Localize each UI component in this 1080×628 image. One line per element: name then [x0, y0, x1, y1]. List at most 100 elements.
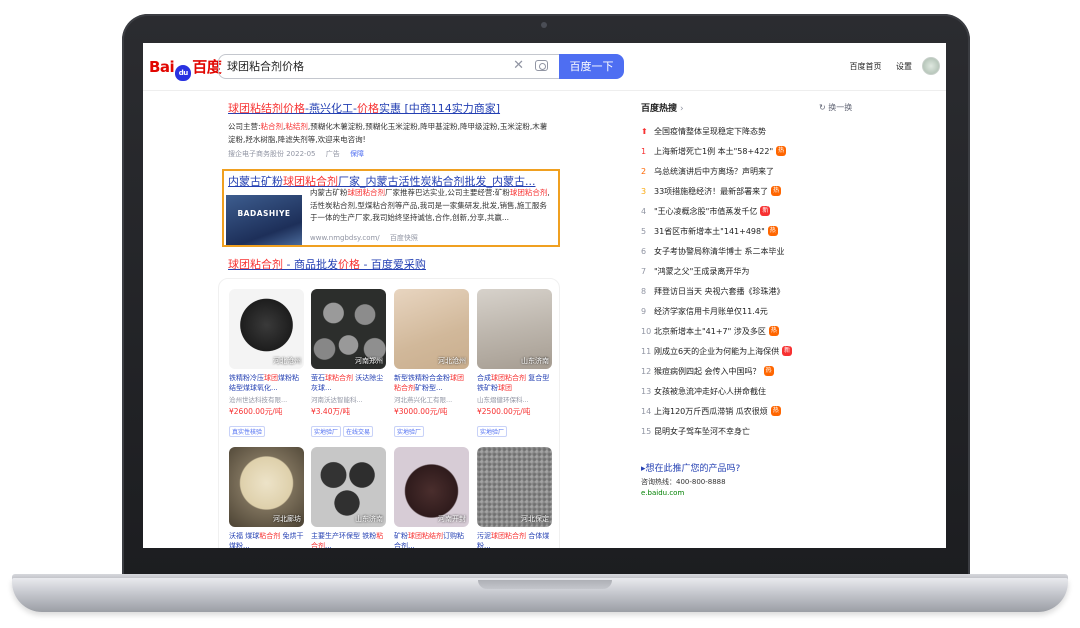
baidu-logo[interactable]: Bai du 百度 — [149, 56, 222, 81]
promo-link[interactable]: ▸想在此推广您的产品吗? — [641, 461, 841, 474]
product-image[interactable]: 河北沧州 — [229, 289, 304, 369]
hot-search-item[interactable]: 13 女孩被急流冲走好心人拼命截住 — [641, 381, 861, 401]
hot-search-item[interactable]: 2 乌总统演讲后中方离场？声明来了 — [641, 161, 861, 181]
hot-search-item[interactable]: 3 33项措施稳经济！最新部署来了热 — [641, 181, 861, 201]
product-location: 山东济南 — [355, 515, 383, 523]
hot-search-text[interactable]: "王心凌概念股"市值蒸发千亿 — [654, 206, 757, 217]
result-description: 内蒙古矿粉球团粘合剂厂家推荐巴达实业,公司主要经营:矿粉球团粘合剂,活性炭粘合剂… — [310, 188, 550, 222]
product-name[interactable]: 矿粉球团粘结剂订购粘合剂... — [394, 531, 469, 548]
new-badge-icon: 新 — [782, 346, 793, 356]
search-result-ad: 球团粘结剂价格-燕兴化工-价格实惠 [中商114实力商家] 公司主营:粘合剂,粘… — [228, 100, 558, 159]
result-thumbnail[interactable]: BADASHIYE — [226, 195, 302, 245]
hot-search-text[interactable]: 33项措施稳经济！最新部署来了 — [654, 186, 768, 197]
hot-search-text[interactable]: 乌总统演讲后中方离场？声明来了 — [654, 166, 774, 177]
product-card[interactable]: 河北沧州 铁精粉冷压球团煤粉粘结型煤球氧化... 沧州世达科技有限... ¥26… — [229, 289, 304, 438]
product-price: ¥2500.00元/吨 — [477, 407, 531, 416]
product-image[interactable]: 山东济南 — [311, 447, 386, 527]
hot-search-text[interactable]: 上海120万斤西瓜滞销 瓜农很烦 — [654, 406, 768, 417]
hot-search-item[interactable]: 10 北京新增本土"41+7" 涉及多区热 — [641, 321, 861, 341]
promo-url[interactable]: e.baidu.com — [641, 489, 841, 497]
result-description: 公司主营:粘合剂,粘结剂,预糊化木薯淀粉,预糊化玉米淀粉,降甲基淀粉,降甲级淀粉… — [228, 122, 548, 144]
product-price: ¥3.40万/吨 — [311, 407, 350, 416]
hot-search-item[interactable]: 14 上海120万斤西瓜滞销 瓜农很烦热 — [641, 401, 861, 421]
product-name[interactable]: 铁精粉冷压球团煤粉粘结型煤球氧化... — [229, 373, 304, 393]
product-name[interactable]: 沃福 煤球粘合剂 免烘干煤粉... — [229, 531, 304, 548]
hot-search-text[interactable]: 刚成立6天的企业为何能为上海保供 — [654, 346, 779, 357]
hot-search-text[interactable]: 上海新增死亡1例 本土"58+422" — [654, 146, 773, 157]
hot-search-text[interactable]: 经济学家信用卡月账单仅11.4元 — [654, 306, 768, 317]
hot-search-text[interactable]: 全国疫情整体呈现稳定下降态势 — [654, 126, 766, 137]
hot-search-rank: 8 — [641, 286, 647, 296]
product-card[interactable]: 山东济南 主要生产环保型 铁粉粘合剂... — [311, 447, 386, 548]
product-location: 河南郑州 — [355, 357, 383, 365]
hot-search-item[interactable]: 11 刚成立6天的企业为何能为上海保供新 — [641, 341, 861, 361]
hot-search-item[interactable]: 8 拜登访日当天 央视六套播《珍珠港》 — [641, 281, 861, 301]
product-image[interactable]: 山东济南 — [477, 289, 552, 369]
product-company: 河南沃达智能科... — [311, 396, 363, 404]
product-name[interactable]: 污泥球团粘合剂 合体煤粉... — [477, 531, 552, 548]
hot-search-item[interactable]: 15 昆明女子驾车坠河不幸身亡 — [641, 421, 861, 441]
hot-badge-icon: 热 — [768, 326, 779, 336]
product-card[interactable]: 河南郑州 萤石球粘合剂 沃达除尘灰球... 河南沃达智能科... ¥3.40万/… — [311, 289, 386, 438]
home-link[interactable]: 百度首页 — [849, 62, 881, 71]
product-card[interactable]: 河北沧州 新型铁精粉合金粉球团粘合剂矿粉型... 河北燕兴化工有限... ¥30… — [394, 289, 469, 438]
hot-search-item[interactable]: 9 经济学家信用卡月账单仅11.4元 — [641, 301, 861, 321]
settings-link[interactable]: 设置 — [896, 62, 912, 71]
product-name[interactable]: 新型铁精粉合金粉球团粘合剂矿粉型... — [394, 373, 469, 393]
product-name[interactable]: 主要生产环保型 铁粉粘合剂... — [311, 531, 386, 548]
product-image[interactable]: 河北沧州 — [394, 289, 469, 369]
hot-search-text[interactable]: 猴痘病例四起 会传入中国吗？ — [654, 366, 761, 377]
refresh-button[interactable]: ↻ 换一换 — [819, 102, 852, 113]
hot-search-text[interactable]: 昆明女子驾车坠河不幸身亡 — [654, 426, 750, 437]
hot-search-rank: 14 — [641, 406, 652, 416]
product-card[interactable]: 山东济南 合成球团粘合剂 复合型铁矿粉球团 山东熠健环保科... ¥2500.0… — [477, 289, 552, 438]
hot-search-item[interactable]: 7 "鸿蒙之父"王成录离开华为 — [641, 261, 861, 281]
hot-badge-icon: 热 — [776, 146, 787, 156]
product-image[interactable]: 河南开封 — [394, 447, 469, 527]
highlighted-result: 内蒙古矿粉球团粘合剂厂家_内蒙古活性炭粘合剂批发_内蒙古... BADASHIY… — [222, 169, 560, 247]
hot-search-text[interactable]: "鸿蒙之父"王成录离开华为 — [654, 266, 749, 277]
product-card[interactable]: 河北保定 污泥球团粘合剂 合体煤粉... — [477, 447, 552, 548]
product-company: 河北燕兴化工有限... — [394, 396, 453, 404]
search-button[interactable]: 百度一下 — [559, 54, 624, 79]
hot-search-text[interactable]: 北京新增本土"41+7" 涉及多区 — [654, 326, 766, 337]
baidu-header: Baidu百度 ✕ 百度一下 百度首页 设置 — [143, 43, 946, 91]
search-input[interactable] — [227, 55, 507, 77]
product-badge: 实地验厂 — [394, 426, 425, 437]
refresh-icon: ↻ — [819, 103, 826, 112]
product-image[interactable]: 河南郑州 — [311, 289, 386, 369]
user-avatar[interactable] — [922, 57, 940, 75]
result-source: 搜企电子商务股份 2022-05 广告 保障 — [228, 150, 364, 158]
clear-icon[interactable]: ✕ — [513, 58, 524, 73]
hot-search-item[interactable]: 5 31省区市新增本土"141+498" 热 — [641, 221, 861, 241]
hot-search-text[interactable]: 女子考协警局称清华博士 系二本毕业 — [654, 246, 785, 257]
product-name[interactable]: 合成球团粘合剂 复合型铁矿粉球团 — [477, 373, 552, 393]
hot-search-rank: 10 — [641, 326, 652, 336]
hot-search-item[interactable]: 6 女子考协警局称清华博士 系二本毕业 — [641, 241, 861, 261]
hot-badge-icon: 热 — [767, 226, 778, 236]
camera-search-icon[interactable] — [535, 60, 548, 71]
product-name[interactable]: 萤石球粘合剂 沃达除尘灰球... — [311, 373, 386, 393]
hot-search-text[interactable]: 拜登访日当天 央视六套播《珍珠港》 — [654, 286, 785, 297]
logo-text-bai: Bai — [149, 58, 175, 76]
hot-search-text[interactable]: 31省区市新增本土"141+498" — [654, 226, 765, 237]
snapshot-link[interactable]: 百度快照 — [390, 234, 418, 242]
hot-search-item[interactable]: 12 猴痘病例四起 会传入中国吗？热 — [641, 361, 861, 381]
hot-search-item[interactable]: 1 上海新增死亡1例 本土"58+422" 热 — [641, 141, 861, 161]
hot-search-rank: 3 — [641, 186, 647, 196]
product-card[interactable]: 河南开封 矿粉球团粘结剂订购粘合剂... — [394, 447, 469, 548]
hot-search-item[interactable]: ⬆ 全国疫情整体呈现稳定下降态势 — [641, 121, 861, 141]
hot-search-panel: 百度热搜 › ↻ 换一换 ⬆ 全国疫情整体呈现稳定下降态势 1 上海新增死亡1例 本土"… — [641, 101, 861, 441]
product-image[interactable]: 河北保定 — [477, 447, 552, 527]
product-image[interactable]: 河北廊坊 — [229, 447, 304, 527]
hot-badge-icon: 热 — [771, 186, 782, 196]
refresh-label: 换一换 — [828, 103, 853, 112]
result-title-link[interactable]: 球团粘合剂 - 商品批发价格 - 百度爱采购 — [228, 256, 558, 272]
product-card[interactable]: 河北廊坊 沃福 煤球粘合剂 免烘干煤粉... — [229, 447, 304, 548]
hot-search-text[interactable]: 女孩被急流冲走好心人拼命截住 — [654, 386, 766, 397]
guarantee-badge[interactable]: 保障 — [350, 150, 364, 158]
product-location: 河北保定 — [521, 515, 549, 523]
hot-search-item[interactable]: 4 "王心凌概念股"市值蒸发千亿新 — [641, 201, 861, 221]
result-title-link[interactable]: 球团粘结剂价格-燕兴化工-价格实惠 [中商114实力商家] — [228, 100, 558, 116]
hot-search-rank: 15 — [641, 426, 652, 436]
